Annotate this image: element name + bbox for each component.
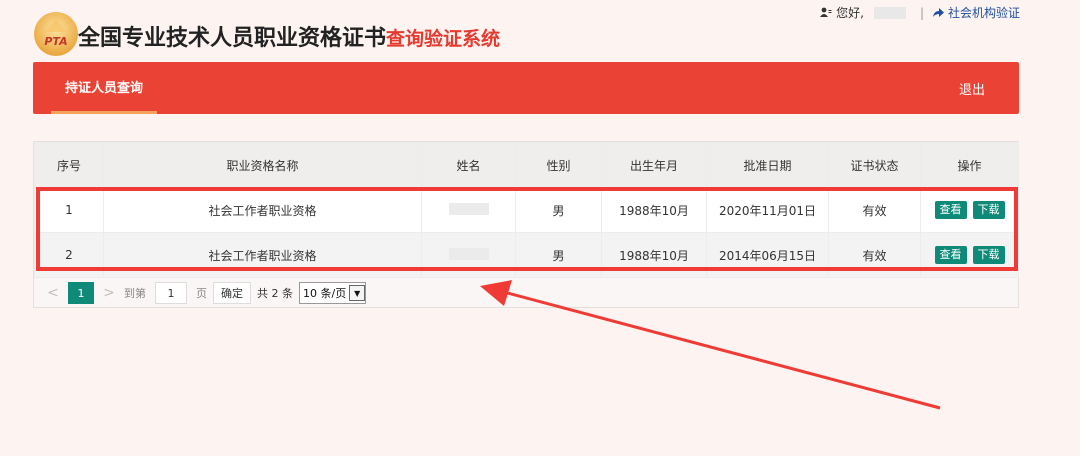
masked-username <box>873 6 906 19</box>
cell-qualification: 社会工作者职业资格 <box>103 232 422 278</box>
cell-name <box>421 187 516 233</box>
col-header-approved: 批准日期 <box>706 142 829 188</box>
cell-index: 1 <box>34 187 104 233</box>
title-sub: 查询验证系统 <box>386 28 501 50</box>
title-main: 全国专业技术人员职业资格证书 <box>78 26 387 51</box>
results-panel: 序号 职业资格名称 姓名 性别 出生年月 批准日期 证书状态 操作 1 社会工作… <box>33 141 1019 308</box>
download-button[interactable]: 下载 <box>972 201 1005 219</box>
cell-gender: 男 <box>515 232 602 278</box>
greeting-text: 您好, <box>836 6 864 20</box>
chevron-down-icon[interactable]: ▼ <box>349 285 366 301</box>
page-label: 页 <box>196 287 207 300</box>
cell-name <box>421 232 516 278</box>
results-table: 序号 职业资格名称 姓名 性别 出生年月 批准日期 证书状态 操作 1 社会工作… <box>34 142 1019 278</box>
logout-button[interactable]: 退出 <box>959 62 985 114</box>
col-header-gender: 性别 <box>515 142 602 188</box>
download-button[interactable]: 下载 <box>972 246 1005 264</box>
page: PTA 全国专业技术人员职业资格证书查询验证系统 您好, | 社会机构验证 持证… <box>0 0 1080 456</box>
cell-status: 有效 <box>828 232 921 278</box>
confirm-page-button[interactable]: 确定 <box>213 282 251 304</box>
cell-qualification: 社会工作者职业资格 <box>103 187 422 233</box>
cell-birth: 1988年10月 <box>601 232 707 278</box>
cell-approved: 2014年06月15日 <box>706 232 829 278</box>
col-header-birth: 出生年月 <box>601 142 707 188</box>
org-verify-link[interactable]: 社会机构验证 <box>948 4 1020 21</box>
table-header-row: 序号 职业资格名称 姓名 性别 出生年月 批准日期 证书状态 操作 <box>34 142 1019 188</box>
prev-page-button[interactable]: < <box>44 285 62 301</box>
cell-gender: 男 <box>515 187 602 233</box>
page-size-value: 10 条/页 <box>303 287 347 300</box>
cell-actions: 查看 下载 <box>920 187 1019 233</box>
cell-approved: 2020年11月01日 <box>706 187 829 233</box>
cell-actions: 查看 下载 <box>920 232 1019 278</box>
cell-birth: 1988年10月 <box>601 187 707 233</box>
col-header-status: 证书状态 <box>828 142 921 188</box>
share-arrow-icon <box>932 8 944 17</box>
user-bar: 您好, | 社会机构验证 <box>820 4 1020 21</box>
view-button[interactable]: 查看 <box>934 246 967 264</box>
col-header-index: 序号 <box>34 142 104 188</box>
col-header-name: 姓名 <box>421 142 516 188</box>
pta-logo-icon: PTA <box>34 12 78 56</box>
total-count: 共 2 条 <box>257 287 293 300</box>
cell-status: 有效 <box>828 187 921 233</box>
page-1-button[interactable]: 1 <box>68 282 94 304</box>
main-nav: 持证人员查询 退出 <box>33 62 1019 114</box>
table-row: 2 社会工作者职业资格 男 1988年10月 2014年06月15日 有效 查看… <box>34 232 1019 278</box>
cell-index: 2 <box>34 232 104 278</box>
page-number-input[interactable] <box>155 282 187 304</box>
table-row: 1 社会工作者职业资格 男 1988年10月 2020年11月01日 有效 查看… <box>34 187 1019 233</box>
col-header-qualification: 职业资格名称 <box>103 142 422 188</box>
page-size-select[interactable]: 10 条/页 ▼ <box>299 282 367 304</box>
masked-name <box>448 247 489 260</box>
pagination: < 1 > 到第 页 确定 共 2 条 10 条/页 ▼ <box>44 281 367 305</box>
separator: | <box>919 5 924 20</box>
col-header-actions: 操作 <box>920 142 1019 188</box>
logo-text: PTA <box>44 35 67 48</box>
user-icon <box>820 7 832 17</box>
page-title: 全国专业技术人员职业资格证书查询验证系统 <box>78 20 500 52</box>
tab-certificate-holder-query[interactable]: 持证人员查询 <box>51 62 157 114</box>
view-button[interactable]: 查看 <box>934 201 967 219</box>
next-page-button[interactable]: > <box>100 285 118 301</box>
goto-label: 到第 <box>124 287 146 300</box>
masked-name <box>448 202 489 215</box>
